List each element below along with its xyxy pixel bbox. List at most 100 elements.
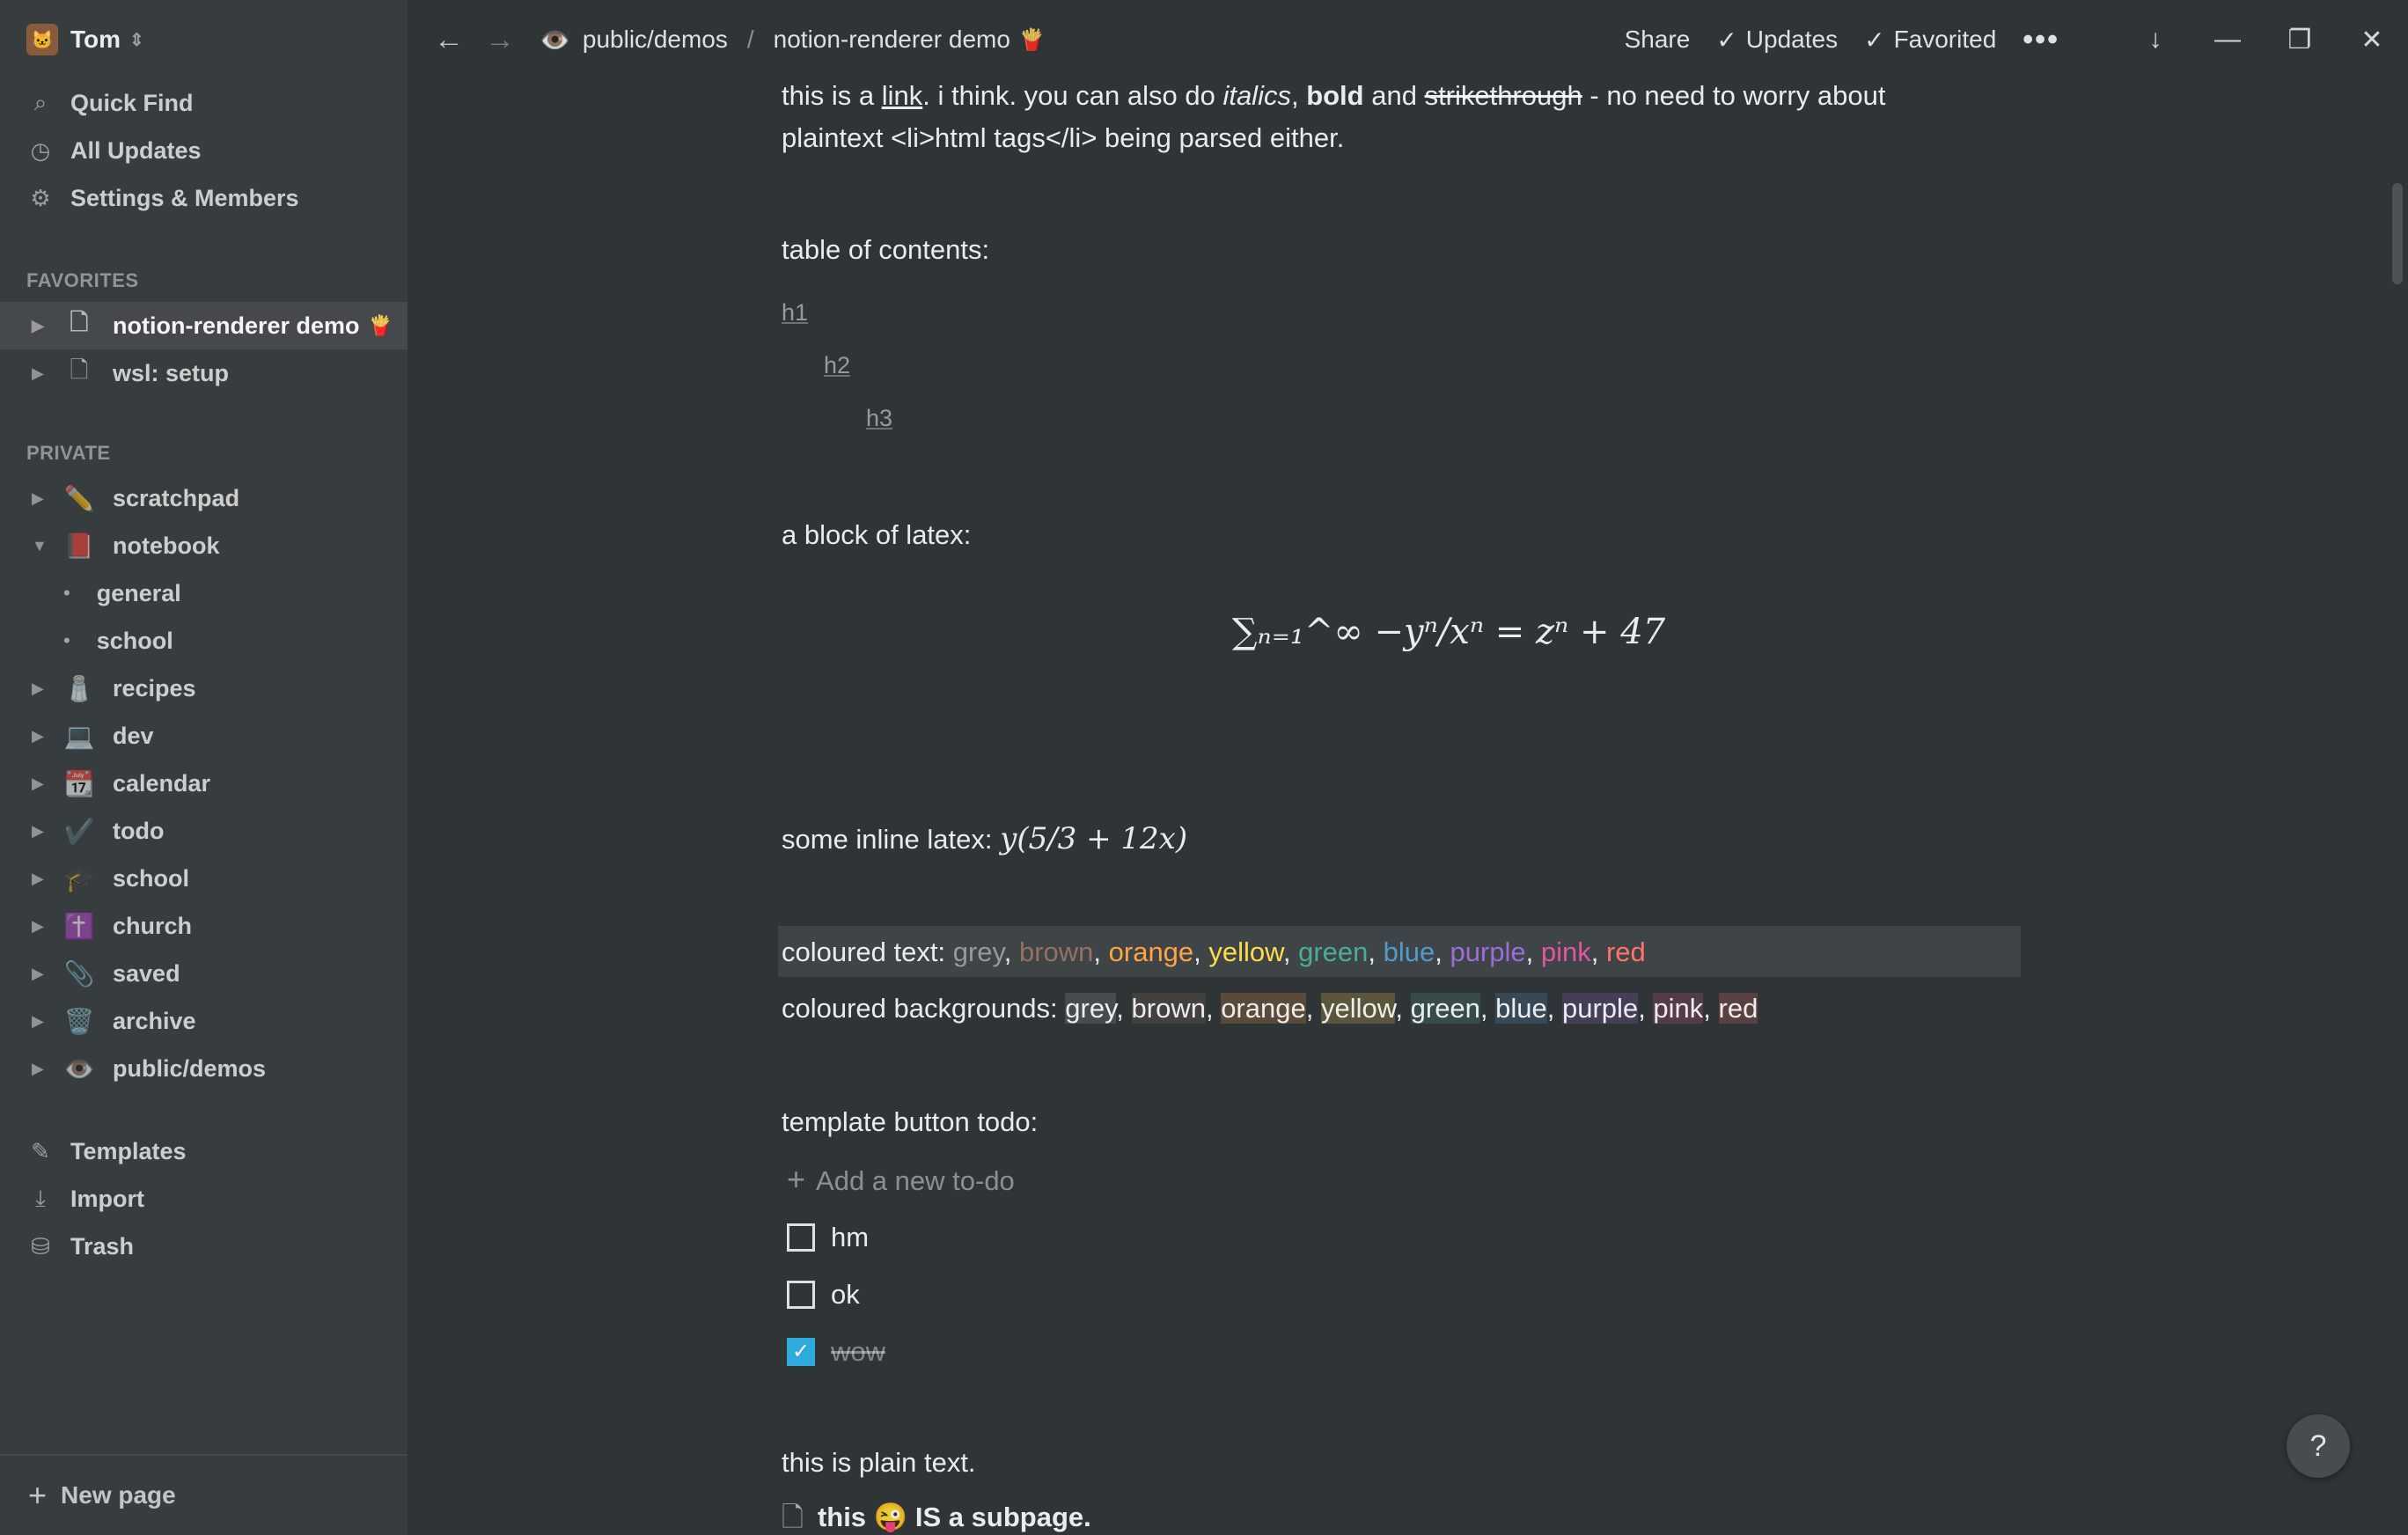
trash-button[interactable]: ⛁ Trash bbox=[0, 1223, 407, 1270]
help-button[interactable]: ? bbox=[2287, 1414, 2350, 1478]
page-icon: 🗋 bbox=[70, 309, 89, 335]
expand-triangle-icon[interactable]: ▶ bbox=[32, 1012, 53, 1031]
add-todo-button[interactable]: + Add a new to-do bbox=[787, 1158, 1015, 1202]
toc-link[interactable]: h2 bbox=[824, 352, 850, 378]
eye-icon: 👁️ bbox=[540, 26, 570, 54]
sidebar-item-scratchpad[interactable]: ▶ ✏️ scratchpad bbox=[0, 474, 407, 522]
page-emoji: 🍟 bbox=[368, 314, 393, 336]
sidebar-item-notebook[interactable]: ▼ 📕 notebook bbox=[0, 522, 407, 569]
expand-triangle-icon[interactable]: ▶ bbox=[32, 965, 53, 983]
todo-checkbox[interactable] bbox=[787, 1223, 815, 1252]
sidebar-item-archive[interactable]: ▶ 🗑️ archive bbox=[0, 997, 407, 1045]
orange-text: orange bbox=[1108, 936, 1194, 967]
strikethrough-text: strikethrough bbox=[1424, 80, 1582, 111]
sidebar-item-label: school bbox=[96, 627, 173, 654]
inline-latex-label: some inline latex: bbox=[782, 824, 1001, 855]
toc-item-h2[interactable]: h2 bbox=[824, 343, 850, 386]
coloured-bg-line: coloured backgrounds: grey, brown, orang… bbox=[782, 993, 1758, 1024]
bullet-icon: • bbox=[63, 582, 70, 604]
sidebar-item-school[interactable]: ▶ 🎓 school bbox=[0, 855, 407, 902]
sidebar-item-church[interactable]: ▶ ✝️ church bbox=[0, 902, 407, 950]
workspace-switcher[interactable]: 🐱 Tom ⇕ bbox=[26, 21, 144, 58]
green-text: green bbox=[1298, 936, 1369, 967]
forward-arrow-icon[interactable]: → bbox=[485, 23, 515, 57]
expand-triangle-icon[interactable]: ▶ bbox=[32, 917, 53, 936]
page-icon: 🗋 bbox=[782, 1502, 804, 1532]
todo-checkbox[interactable] bbox=[787, 1281, 815, 1309]
more-options-icon[interactable]: ••• bbox=[2023, 23, 2059, 57]
sidebar-item-notion-renderer-demo[interactable]: ▶ 🗋 notion-renderer demo 🍟 bbox=[0, 302, 407, 349]
private-heading: PRIVATE bbox=[26, 442, 111, 464]
toc-item-h1[interactable]: h1 bbox=[782, 290, 808, 334]
intro-link[interactable]: link bbox=[882, 80, 923, 111]
subpage-link[interactable]: 🗋 this 😜 IS a subpage. bbox=[782, 1496, 1091, 1535]
sidebar-item-recipes[interactable]: ▶ 🧂 recipes bbox=[0, 665, 407, 712]
restore-window-icon[interactable]: ❐ bbox=[2264, 25, 2336, 55]
text: , bbox=[1290, 80, 1307, 111]
sidebar-item-calendar[interactable]: ▶ 📆 calendar bbox=[0, 760, 407, 807]
text: . i think. you can also do bbox=[922, 80, 1223, 111]
pink-bg: pink bbox=[1653, 993, 1704, 1024]
intro-line-2: plaintext <li>html tags</li> being parse… bbox=[782, 122, 1345, 153]
toc-link[interactable]: h1 bbox=[782, 299, 808, 326]
favorited-button[interactable]: ✓ Favorited bbox=[1864, 26, 1996, 55]
sidebar-item-label: saved bbox=[113, 959, 180, 987]
expand-triangle-icon[interactable]: ▶ bbox=[32, 317, 53, 335]
sidebar-item-todo[interactable]: ▶ ✔️ todo bbox=[0, 807, 407, 855]
quick-find-button[interactable]: ⌕ Quick Find bbox=[0, 79, 407, 127]
text: this is a bbox=[782, 80, 882, 111]
collapse-triangle-icon[interactable]: ▼ bbox=[32, 537, 53, 555]
sidebar-item-wsl-setup[interactable]: ▶ 🗋 wsl: setup bbox=[0, 349, 407, 397]
sidebar-item-public-demos[interactable]: ▶ 👁️ public/demos bbox=[0, 1045, 407, 1092]
sidebar-item-label: archive bbox=[113, 1007, 196, 1034]
purple-text: purple bbox=[1450, 936, 1526, 967]
sidebar-item-label: general bbox=[96, 579, 181, 606]
expand-triangle-icon[interactable]: ▶ bbox=[32, 870, 53, 888]
purple-bg: purple bbox=[1562, 993, 1639, 1024]
expand-triangle-icon[interactable]: ▶ bbox=[32, 822, 53, 841]
import-label: Import bbox=[70, 1185, 144, 1212]
check-mark-icon: ✔️ bbox=[63, 817, 95, 845]
todo-checkbox-checked[interactable]: ✓ bbox=[787, 1338, 815, 1366]
cross-icon: ✝️ bbox=[63, 912, 95, 940]
salt-icon: 🧂 bbox=[63, 674, 95, 702]
sidebar-item-label: notion-renderer demo bbox=[113, 312, 360, 339]
sidebar-item-dev[interactable]: ▶ 💻 dev bbox=[0, 712, 407, 760]
quick-find-label: Quick Find bbox=[70, 89, 194, 116]
sidebar: 🐱 Tom ⇕ ⌕ Quick Find ◷ All Updates ⚙ Set… bbox=[0, 0, 407, 1535]
italic-text: italics bbox=[1222, 80, 1291, 111]
toc-link[interactable]: h3 bbox=[866, 405, 892, 431]
laptop-icon: 💻 bbox=[63, 722, 95, 750]
all-updates-label: All Updates bbox=[70, 136, 202, 164]
new-page-button[interactable]: + New page bbox=[0, 1454, 407, 1535]
expand-triangle-icon[interactable]: ▶ bbox=[32, 489, 53, 508]
expand-triangle-icon[interactable]: ▶ bbox=[32, 1060, 53, 1078]
sidebar-item-school-sub[interactable]: • school bbox=[0, 617, 407, 665]
new-page-label: New page bbox=[61, 1481, 176, 1509]
sidebar-item-saved[interactable]: ▶ 📎 saved bbox=[0, 950, 407, 997]
expand-triangle-icon[interactable]: ▶ bbox=[32, 364, 53, 383]
workspace-avatar: 🐱 bbox=[26, 24, 58, 55]
toc-heading: table of contents: bbox=[782, 234, 990, 265]
expand-triangle-icon[interactable]: ▶ bbox=[32, 679, 53, 698]
breadcrumb-parent[interactable]: public/demos bbox=[583, 26, 728, 54]
all-updates-button[interactable]: ◷ All Updates bbox=[0, 127, 407, 174]
scrollbar-thumb[interactable] bbox=[2392, 183, 2403, 284]
share-button[interactable]: Share bbox=[1625, 26, 1691, 54]
download-arrow-icon[interactable]: ↓ bbox=[2119, 25, 2191, 55]
toc-item-h3[interactable]: h3 bbox=[866, 396, 892, 439]
expand-triangle-icon[interactable]: ▶ bbox=[32, 727, 53, 745]
sidebar-item-general[interactable]: • general bbox=[0, 569, 407, 617]
updates-button[interactable]: ✓ Updates bbox=[1716, 26, 1838, 55]
import-button[interactable]: ⤓ Import bbox=[0, 1175, 407, 1223]
breadcrumb-current[interactable]: notion-renderer demo bbox=[774, 26, 1010, 54]
settings-button[interactable]: ⚙ Settings & Members bbox=[0, 174, 407, 222]
expand-triangle-icon[interactable]: ▶ bbox=[32, 775, 53, 793]
close-icon[interactable]: ✕ bbox=[2336, 25, 2408, 55]
back-arrow-icon[interactable]: ← bbox=[434, 23, 464, 57]
minimize-icon[interactable]: — bbox=[2191, 25, 2264, 55]
templates-button[interactable]: ✎ Templates bbox=[0, 1127, 407, 1175]
yellow-bg: yellow bbox=[1320, 993, 1396, 1024]
check-icon: ✓ bbox=[1716, 26, 1737, 54]
trash-icon: ⛁ bbox=[31, 1232, 50, 1260]
